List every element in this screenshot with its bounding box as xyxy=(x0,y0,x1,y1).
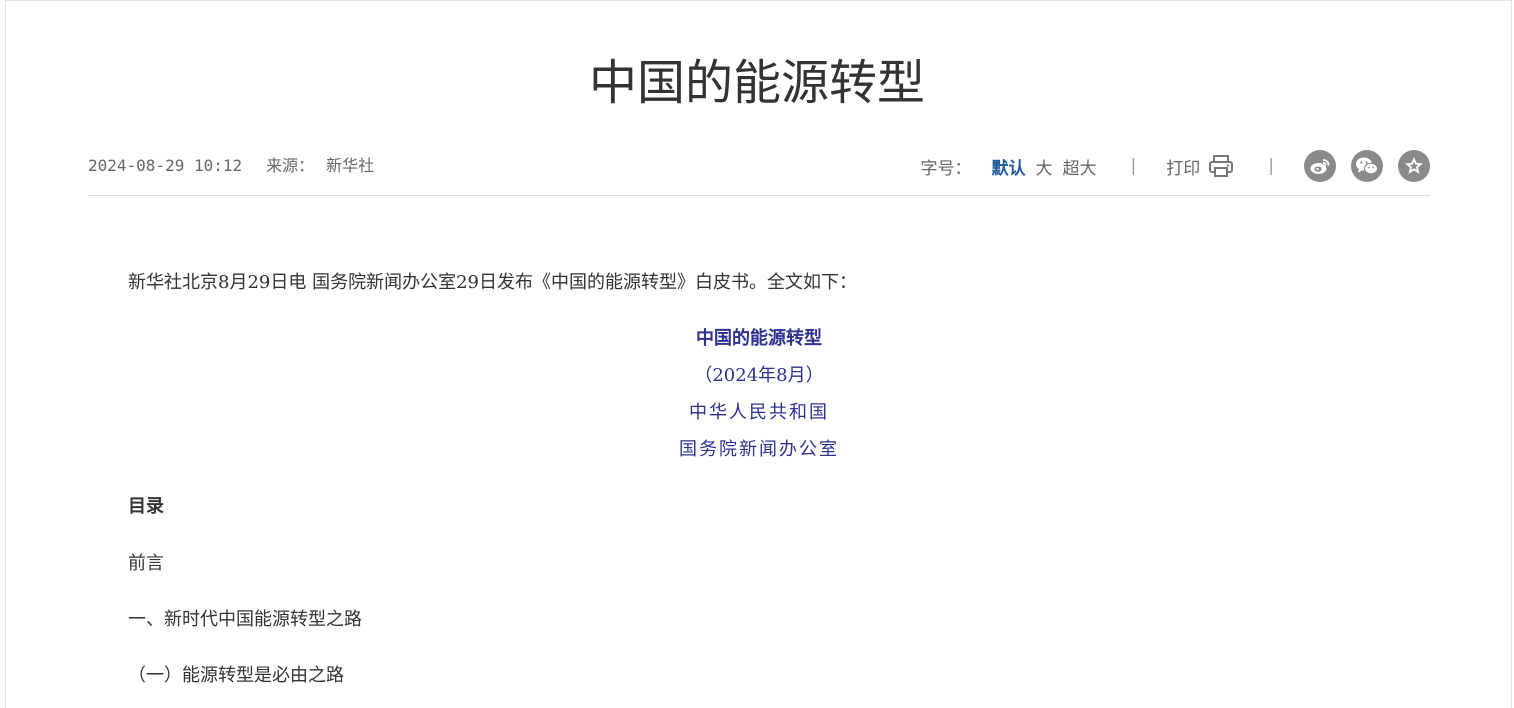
font-size-large-option[interactable]: 大 xyxy=(1036,154,1053,179)
printer-icon[interactable] xyxy=(1208,154,1234,178)
toolbar-separator: | xyxy=(1130,156,1137,176)
font-size-xlarge-option[interactable]: 超大 xyxy=(1063,154,1097,179)
document-office: 国务院新闻办公室 xyxy=(679,439,839,460)
article-meta: 2024-08-29 10:12 来源： 新华社 xyxy=(88,155,374,177)
article-toolbar: 字号： 默认 大 超大 | 打印 | xyxy=(921,148,1430,184)
source-name: 新华社 xyxy=(326,156,375,175)
weibo-icon[interactable] xyxy=(1304,150,1336,182)
document-date: （2024年8月） xyxy=(694,365,824,386)
source-label: 来源： xyxy=(266,156,315,175)
publish-date: 2024-08-29 10:12 xyxy=(88,156,243,175)
toc-heading: 目录 xyxy=(128,496,164,517)
font-size-default-option[interactable]: 默认 xyxy=(992,154,1026,179)
toc-item-chapter-1: 一、新时代中国能源转型之路 xyxy=(128,609,362,630)
page-title: 中国的能源转型 xyxy=(588,55,925,111)
document-title: 中国的能源转型 xyxy=(696,328,822,349)
font-size-label: 字号： xyxy=(920,158,972,179)
intro-paragraph: 新华社北京8月29日电 国务院新闻办公室29日发布《中国的能源转型》白皮书。全文… xyxy=(128,272,857,293)
print-label[interactable]: 打印 xyxy=(1166,154,1200,179)
header-divider xyxy=(88,195,1430,196)
wechat-icon[interactable] xyxy=(1351,150,1383,182)
toc-item-section-1-1: （一）能源转型是必由之路 xyxy=(128,665,344,686)
toc-item-preface: 前言 xyxy=(128,553,164,574)
favorite-star-icon[interactable] xyxy=(1398,150,1430,182)
article-body: 新华社北京8月29日电 国务院新闻办公室29日发布《中国的能源转型》白皮书。全文… xyxy=(128,266,1390,686)
document-country: 中华人民共和国 xyxy=(689,402,829,423)
document-cover-block: 中国的能源转型 （2024年8月） 中华人民共和国 国务院新闻办公室 xyxy=(128,320,1390,468)
toolbar-separator-2: | xyxy=(1268,156,1274,176)
